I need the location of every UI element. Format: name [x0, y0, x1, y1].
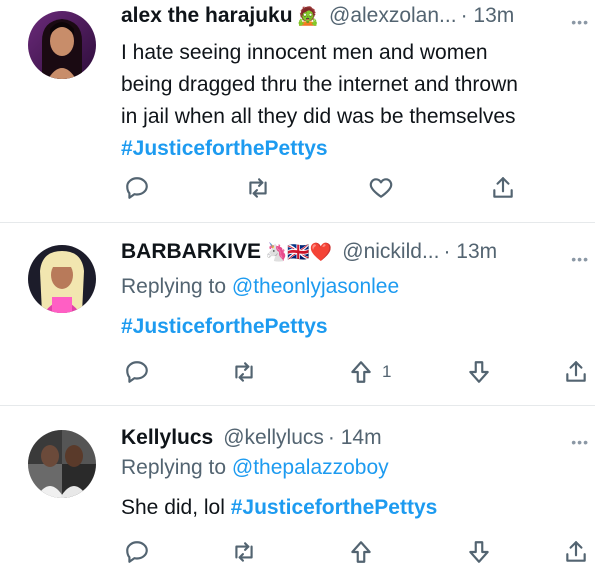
mention-link[interactable]: @theonlyjasonlee [232, 275, 399, 298]
display-name[interactable]: Kellylucs [121, 426, 213, 450]
reply-button[interactable] [124, 539, 150, 565]
user-handle[interactable]: @kellylucs [223, 426, 324, 450]
tweet-1[interactable]: alex the harajuku 🧟 @alexzolan... · 13m … [0, 0, 595, 220]
tweet-text-line: being dragged thru the internet and thro… [121, 73, 518, 96]
zombie-emoji: 🧟 [296, 5, 319, 26]
retweet-button[interactable] [231, 359, 257, 385]
avatar[interactable] [28, 245, 96, 313]
downvote-button[interactable] [466, 359, 492, 385]
retweet-icon [235, 542, 253, 562]
emoji-flair: 🦄🇬🇧❤️ [265, 241, 333, 262]
timestamp[interactable]: · 14m [328, 426, 382, 450]
reply-icon [126, 541, 148, 563]
reply-button[interactable] [124, 359, 150, 385]
hashtag-link[interactable]: #JusticeforthePettys [231, 496, 438, 519]
retweet-icon [249, 178, 267, 198]
share-icon [493, 177, 513, 198]
upvote-button[interactable]: 1 [348, 359, 391, 385]
share-icon [566, 541, 586, 562]
downvote-icon [469, 541, 489, 563]
timestamp[interactable]: · 13m [461, 4, 515, 28]
upvote-button[interactable] [348, 539, 374, 565]
hashtag-link[interactable]: #JusticeforthePettys [121, 133, 518, 165]
share-icon [566, 361, 586, 382]
replying-prefix: Replying to [121, 456, 227, 479]
replying-prefix: Replying to [121, 275, 227, 298]
display-name[interactable]: BARBARKIVE [121, 240, 261, 264]
user-handle[interactable]: @alexzolan... [329, 4, 457, 28]
timestamp[interactable]: · 13m [443, 240, 497, 264]
reply-icon [126, 177, 148, 199]
avatar[interactable] [28, 11, 96, 79]
retweet-button[interactable] [231, 539, 257, 565]
retweet-icon [235, 362, 253, 382]
upvote-icon [351, 541, 371, 563]
share-button[interactable] [563, 539, 589, 565]
user-handle[interactable]: @nickild... [342, 240, 439, 264]
tweet-text: She did, lol [121, 496, 225, 519]
display-name[interactable]: alex the harajuku [121, 4, 293, 28]
tweet-3[interactable]: Kellylucs @kellylucs · 14m ••• Replying … [0, 406, 595, 588]
upvote-icon [351, 361, 371, 383]
downvote-button[interactable] [466, 539, 492, 565]
heart-icon [369, 178, 393, 198]
tweet-text-line: I hate seeing innocent men and women [121, 41, 488, 64]
upvote-count: 1 [382, 362, 392, 381]
retweet-button[interactable] [245, 175, 271, 201]
share-button[interactable] [490, 175, 516, 201]
hashtag-link[interactable]: #JusticeforthePettys [121, 311, 328, 343]
reply-button[interactable] [124, 175, 150, 201]
replying-to: Replying to @theonlyjasonlee [121, 275, 399, 299]
avatar[interactable] [28, 430, 96, 498]
downvote-icon [469, 361, 489, 383]
tweet-text-line: in jail when all they did was be themsel… [121, 105, 516, 128]
replying-to: Replying to @thepalazzoboy [121, 456, 389, 480]
more-options-icon[interactable]: ••• [571, 434, 589, 450]
mention-link[interactable]: @thepalazzoboy [232, 456, 389, 479]
like-button[interactable] [368, 175, 394, 201]
share-button[interactable] [563, 359, 589, 385]
more-options-icon[interactable]: ••• [571, 251, 589, 267]
tweet-2[interactable]: BARBARKIVE 🦄🇬🇧❤️ @nickild... · 13m ••• R… [0, 223, 595, 405]
reply-icon [126, 361, 148, 383]
more-options-icon[interactable]: ••• [571, 14, 589, 30]
